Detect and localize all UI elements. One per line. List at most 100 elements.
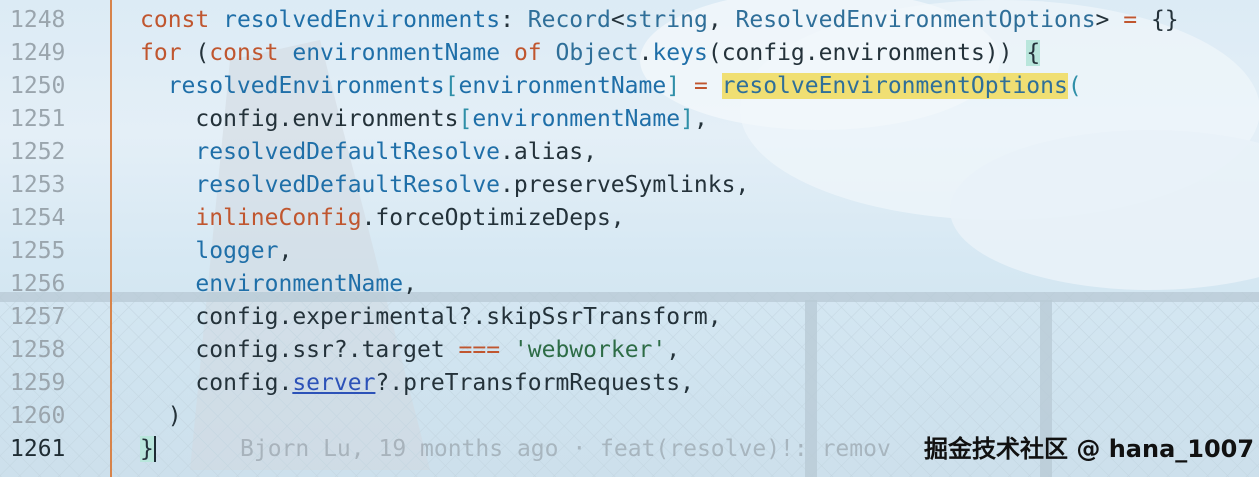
- code-editor[interactable]: 1248 const resolvedEnvironments: Record<s…: [0, 0, 1259, 477]
- code-token: ?.: [458, 304, 487, 330]
- code-token: server: [292, 370, 376, 396]
- code-line[interactable]: 1251 config.environments[environmentName…: [0, 103, 1259, 136]
- code-token: ,: [693, 106, 708, 132]
- code-line[interactable]: 1250 resolvedEnvironments[environmentNam…: [0, 70, 1259, 103]
- line-number: 1258: [10, 337, 66, 363]
- code-line[interactable]: 1254 inlineConfig.forceOptimizeDeps,: [0, 202, 1259, 235]
- code-token: >: [1095, 7, 1124, 33]
- line-number: 1251: [10, 106, 66, 132]
- code-token: =: [1123, 7, 1138, 33]
- code-token: (: [1067, 73, 1082, 99]
- code-token: 'webworker': [513, 337, 667, 363]
- code-line[interactable]: 1259 config.server?.preTransformRequests…: [0, 367, 1259, 400]
- code-token: ?.: [375, 370, 404, 396]
- code-token: <: [610, 7, 625, 33]
- line-number: 1252: [10, 139, 66, 165]
- code-token: ?.: [333, 337, 362, 363]
- code-text[interactable]: const resolvedEnvironments: Record<strin…: [140, 4, 1179, 37]
- code-text[interactable]: logger,: [140, 235, 292, 268]
- code-token: {: [1026, 40, 1041, 66]
- code-token: ===: [458, 337, 501, 363]
- code-token: config.: [140, 370, 293, 396]
- code-text[interactable]: config.environments[environmentName],: [140, 103, 708, 136]
- code-token: environmentName: [140, 271, 404, 297]
- line-number: 1253: [10, 172, 66, 198]
- code-line[interactable]: 1256 environmentName,: [0, 268, 1259, 301]
- code-token: inlineConfig: [140, 205, 362, 231]
- line-number: 1259: [10, 370, 66, 396]
- code-token: [: [458, 106, 473, 132]
- code-token: config.ssr: [140, 337, 334, 363]
- code-token: ): [140, 403, 182, 429]
- code-token: ResolvedEnvironmentOptions: [735, 7, 1096, 33]
- code-line[interactable]: 1253 resolvedDefaultResolve.preserveSyml…: [0, 169, 1259, 202]
- code-text[interactable]: config.server?.preTransformRequests,: [140, 367, 694, 400]
- code-token: Record: [527, 7, 611, 33]
- code-token: resolvedEnvironments: [140, 73, 445, 99]
- line-number: 1261: [10, 436, 66, 462]
- code-text[interactable]: environmentName,: [140, 268, 417, 301]
- code-line[interactable]: 1261 Bjorn Lu, 19 months ago · feat(resol…: [0, 433, 1259, 466]
- code-token: resolveEnvironmentOptions: [721, 73, 1068, 99]
- line-number: 1257: [10, 304, 66, 330]
- code-token: (config.environments)): [707, 40, 1027, 66]
- code-line[interactable]: 1248 const resolvedEnvironments: Record<s…: [0, 4, 1259, 37]
- code-token: skipSsrTransform,: [486, 304, 722, 330]
- code-token: environmentName: [292, 40, 501, 66]
- code-token: const: [209, 40, 279, 66]
- code-line[interactable]: 1258 config.ssr?.target === 'webworker',: [0, 334, 1259, 367]
- line-number: 1249: [10, 40, 66, 66]
- code-token: }: [140, 436, 154, 462]
- code-token: preTransformRequests,: [403, 370, 694, 396]
- code-token: const: [140, 7, 210, 33]
- code-token: .alias,: [500, 139, 597, 165]
- code-line[interactable]: 1255 logger,: [0, 235, 1259, 268]
- code-line[interactable]: 1260 ): [0, 400, 1259, 433]
- code-token: resolvedDefaultResolve: [140, 172, 501, 198]
- code-token: resolvedDefaultResolve: [140, 139, 501, 165]
- line-number: 1248: [10, 7, 66, 33]
- code-text[interactable]: config.experimental?.skipSsrTransform,: [140, 301, 722, 334]
- code-token: =: [693, 73, 708, 99]
- code-token: config.experimental: [140, 304, 459, 330]
- line-number: 1256: [10, 271, 66, 297]
- code-line[interactable]: 1252 resolvedDefaultResolve.alias,: [0, 136, 1259, 169]
- code-text[interactable]: for (const environmentName of Object.key…: [140, 37, 1041, 70]
- code-text[interactable]: resolvedDefaultResolve.alias,: [140, 136, 597, 169]
- code-token: environmentName: [458, 73, 667, 99]
- code-token: resolvedEnvironments: [223, 7, 501, 33]
- code-token: logger: [140, 238, 279, 264]
- code-token: keys: [652, 40, 708, 66]
- line-number: 1260: [10, 403, 66, 429]
- code-text[interactable]: ): [140, 400, 182, 433]
- code-token: ,: [278, 238, 293, 264]
- code-token: :: [500, 7, 528, 33]
- code-token: ]: [680, 106, 694, 132]
- code-token: config.environments: [140, 106, 459, 132]
- code-line[interactable]: 1257 config.experimental?.skipSsrTransfo…: [0, 301, 1259, 334]
- code-line[interactable]: 1249 for (const environmentName of Object…: [0, 37, 1259, 70]
- git-blame-annotation: Bjorn Lu, 19 months ago · feat(resolve)!…: [240, 436, 891, 462]
- watermark: 掘金技术社区 @ hana_1007: [924, 435, 1255, 463]
- line-number: 1250: [10, 73, 66, 99]
- code-token: {}: [1137, 7, 1179, 33]
- code-token: string: [624, 7, 708, 33]
- code-text[interactable]: resolvedEnvironments[environmentName] = …: [140, 70, 1082, 103]
- code-text[interactable]: resolvedDefaultResolve.preserveSymlinks,: [140, 169, 749, 202]
- code-text[interactable]: }: [140, 433, 156, 466]
- code-token: ,: [707, 7, 736, 33]
- code-token: .forceOptimizeDeps,: [361, 205, 625, 231]
- code-token: environmentName: [472, 106, 681, 132]
- code-token: Object: [555, 40, 639, 66]
- code-token: of: [513, 40, 542, 66]
- code-text[interactable]: inlineConfig.forceOptimizeDeps,: [140, 202, 625, 235]
- code-text[interactable]: config.ssr?.target === 'webworker',: [140, 334, 680, 367]
- code-token: .preserveSymlinks,: [500, 172, 750, 198]
